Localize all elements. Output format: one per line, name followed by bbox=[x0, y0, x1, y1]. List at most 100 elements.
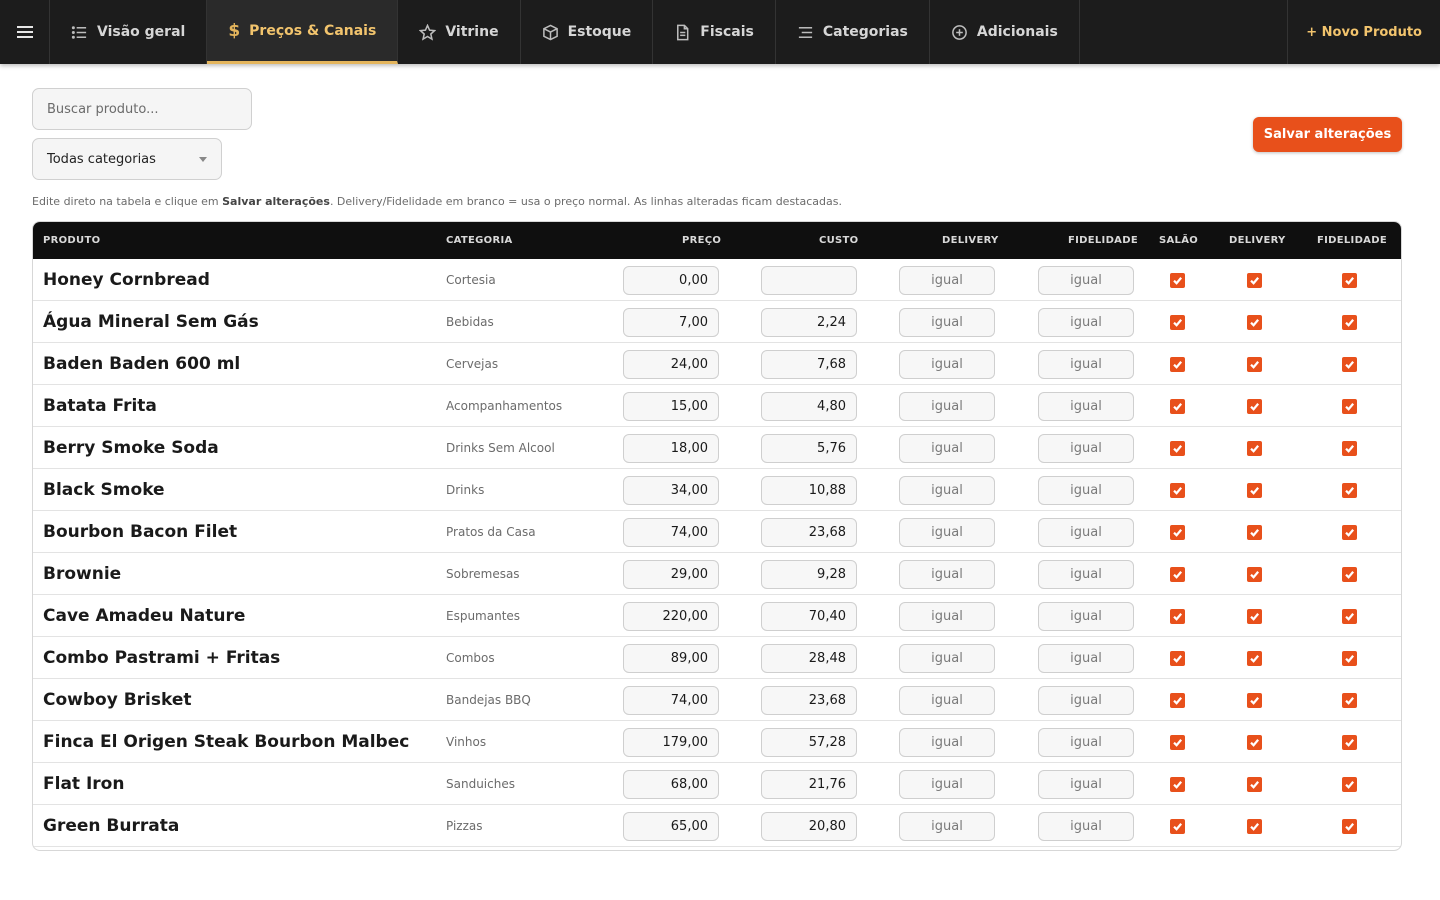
cost-input[interactable]: 9,28 bbox=[761, 559, 857, 589]
price-input[interactable]: 179,00 bbox=[623, 727, 719, 757]
salao-checkbox[interactable] bbox=[1170, 440, 1185, 456]
delivery-checkbox[interactable] bbox=[1247, 818, 1262, 834]
cost-input[interactable]: 23,68 bbox=[761, 685, 857, 715]
price-input[interactable]: 74,00 bbox=[623, 517, 719, 547]
fidelidade-checkbox[interactable] bbox=[1342, 356, 1357, 372]
fidelidade-checkbox[interactable] bbox=[1342, 566, 1357, 582]
search-input[interactable] bbox=[32, 88, 252, 130]
delivery-price-input[interactable]: igual bbox=[899, 391, 995, 421]
new-product-button[interactable]: + Novo Produto bbox=[1287, 0, 1440, 64]
fidelidade-checkbox[interactable] bbox=[1342, 734, 1357, 750]
fidelidade-price-input[interactable]: igual bbox=[1038, 559, 1134, 589]
salao-checkbox[interactable] bbox=[1170, 692, 1185, 708]
salao-checkbox[interactable] bbox=[1170, 566, 1185, 582]
fidelidade-price-input[interactable]: igual bbox=[1038, 811, 1134, 841]
salao-checkbox[interactable] bbox=[1170, 650, 1185, 666]
tab-vitrine[interactable]: Vitrine bbox=[398, 0, 521, 64]
delivery-price-input[interactable]: igual bbox=[899, 433, 995, 463]
price-input[interactable]: 220,00 bbox=[623, 601, 719, 631]
cost-input[interactable]: 20,80 bbox=[761, 811, 857, 841]
fidelidade-price-input[interactable]: igual bbox=[1038, 475, 1134, 505]
salao-checkbox[interactable] bbox=[1170, 314, 1185, 330]
fidelidade-checkbox[interactable] bbox=[1342, 692, 1357, 708]
fidelidade-checkbox[interactable] bbox=[1342, 440, 1357, 456]
fidelidade-price-input[interactable]: igual bbox=[1038, 433, 1134, 463]
delivery-price-input[interactable]: igual bbox=[899, 643, 995, 673]
price-input[interactable]: 65,00 bbox=[623, 811, 719, 841]
salao-checkbox[interactable] bbox=[1170, 356, 1185, 372]
salao-checkbox[interactable] bbox=[1170, 818, 1185, 834]
cost-input[interactable]: 2,24 bbox=[761, 307, 857, 337]
fidelidade-price-input[interactable]: igual bbox=[1038, 643, 1134, 673]
fidelidade-checkbox[interactable] bbox=[1342, 524, 1357, 540]
price-input[interactable]: 18,00 bbox=[623, 433, 719, 463]
delivery-price-input[interactable]: igual bbox=[899, 685, 995, 715]
delivery-checkbox[interactable] bbox=[1247, 482, 1262, 498]
price-input[interactable]: 15,00 bbox=[623, 391, 719, 421]
delivery-price-input[interactable]: igual bbox=[899, 517, 995, 547]
cost-input[interactable]: 70,40 bbox=[761, 601, 857, 631]
salao-checkbox[interactable] bbox=[1170, 398, 1185, 414]
category-select[interactable]: Todas categorias bbox=[32, 138, 222, 180]
delivery-checkbox[interactable] bbox=[1247, 776, 1262, 792]
cost-input[interactable]: 57,28 bbox=[761, 727, 857, 757]
hamburger-menu-icon[interactable] bbox=[0, 0, 50, 64]
tab-categorias[interactable]: Categorias bbox=[776, 0, 930, 64]
delivery-checkbox[interactable] bbox=[1247, 356, 1262, 372]
delivery-checkbox[interactable] bbox=[1247, 734, 1262, 750]
delivery-price-input[interactable]: igual bbox=[899, 559, 995, 589]
delivery-price-input[interactable]: igual bbox=[899, 475, 995, 505]
delivery-checkbox[interactable] bbox=[1247, 650, 1262, 666]
fidelidade-price-input[interactable]: igual bbox=[1038, 391, 1134, 421]
salao-checkbox[interactable] bbox=[1170, 776, 1185, 792]
cost-input[interactable]: 28,48 bbox=[761, 643, 857, 673]
tab-estoque[interactable]: Estoque bbox=[521, 0, 654, 64]
fidelidade-price-input[interactable]: igual bbox=[1038, 601, 1134, 631]
fidelidade-price-input[interactable]: igual bbox=[1038, 349, 1134, 379]
delivery-price-input[interactable]: igual bbox=[899, 265, 995, 295]
fidelidade-checkbox[interactable] bbox=[1342, 314, 1357, 330]
delivery-price-input[interactable]: igual bbox=[899, 601, 995, 631]
fidelidade-checkbox[interactable] bbox=[1342, 650, 1357, 666]
delivery-checkbox[interactable] bbox=[1247, 524, 1262, 540]
delivery-price-input[interactable]: igual bbox=[899, 349, 995, 379]
price-input[interactable]: 7,00 bbox=[623, 307, 719, 337]
cost-input[interactable]: 4,80 bbox=[761, 391, 857, 421]
fidelidade-checkbox[interactable] bbox=[1342, 482, 1357, 498]
fidelidade-checkbox[interactable] bbox=[1342, 272, 1357, 288]
price-input[interactable]: 74,00 bbox=[623, 685, 719, 715]
cost-input[interactable]: 21,76 bbox=[761, 769, 857, 799]
save-changes-button[interactable]: Salvar alterações bbox=[1253, 117, 1402, 152]
cost-input[interactable]: 23,68 bbox=[761, 517, 857, 547]
fidelidade-price-input[interactable]: igual bbox=[1038, 265, 1134, 295]
price-input[interactable]: 68,00 bbox=[623, 769, 719, 799]
delivery-checkbox[interactable] bbox=[1247, 272, 1262, 288]
delivery-checkbox[interactable] bbox=[1247, 692, 1262, 708]
fidelidade-checkbox[interactable] bbox=[1342, 776, 1357, 792]
delivery-checkbox[interactable] bbox=[1247, 440, 1262, 456]
cost-input[interactable]: 5,76 bbox=[761, 433, 857, 463]
salao-checkbox[interactable] bbox=[1170, 608, 1185, 624]
cost-input[interactable]: 10,88 bbox=[761, 475, 857, 505]
price-input[interactable]: 29,00 bbox=[623, 559, 719, 589]
price-input[interactable]: 0,00 bbox=[623, 265, 719, 295]
cost-input[interactable]: 7,68 bbox=[761, 349, 857, 379]
salao-checkbox[interactable] bbox=[1170, 482, 1185, 498]
delivery-checkbox[interactable] bbox=[1247, 566, 1262, 582]
delivery-price-input[interactable]: igual bbox=[899, 811, 995, 841]
price-input[interactable]: 89,00 bbox=[623, 643, 719, 673]
fidelidade-price-input[interactable]: igual bbox=[1038, 307, 1134, 337]
price-input[interactable]: 24,00 bbox=[623, 349, 719, 379]
salao-checkbox[interactable] bbox=[1170, 524, 1185, 540]
salao-checkbox[interactable] bbox=[1170, 272, 1185, 288]
delivery-price-input[interactable]: igual bbox=[899, 769, 995, 799]
salao-checkbox[interactable] bbox=[1170, 734, 1185, 750]
fidelidade-checkbox[interactable] bbox=[1342, 818, 1357, 834]
fidelidade-price-input[interactable]: igual bbox=[1038, 517, 1134, 547]
tab-fiscais[interactable]: Fiscais bbox=[653, 0, 776, 64]
fidelidade-price-input[interactable]: igual bbox=[1038, 769, 1134, 799]
fidelidade-price-input[interactable]: igual bbox=[1038, 685, 1134, 715]
delivery-price-input[interactable]: igual bbox=[899, 307, 995, 337]
fidelidade-checkbox[interactable] bbox=[1342, 608, 1357, 624]
fidelidade-price-input[interactable]: igual bbox=[1038, 727, 1134, 757]
